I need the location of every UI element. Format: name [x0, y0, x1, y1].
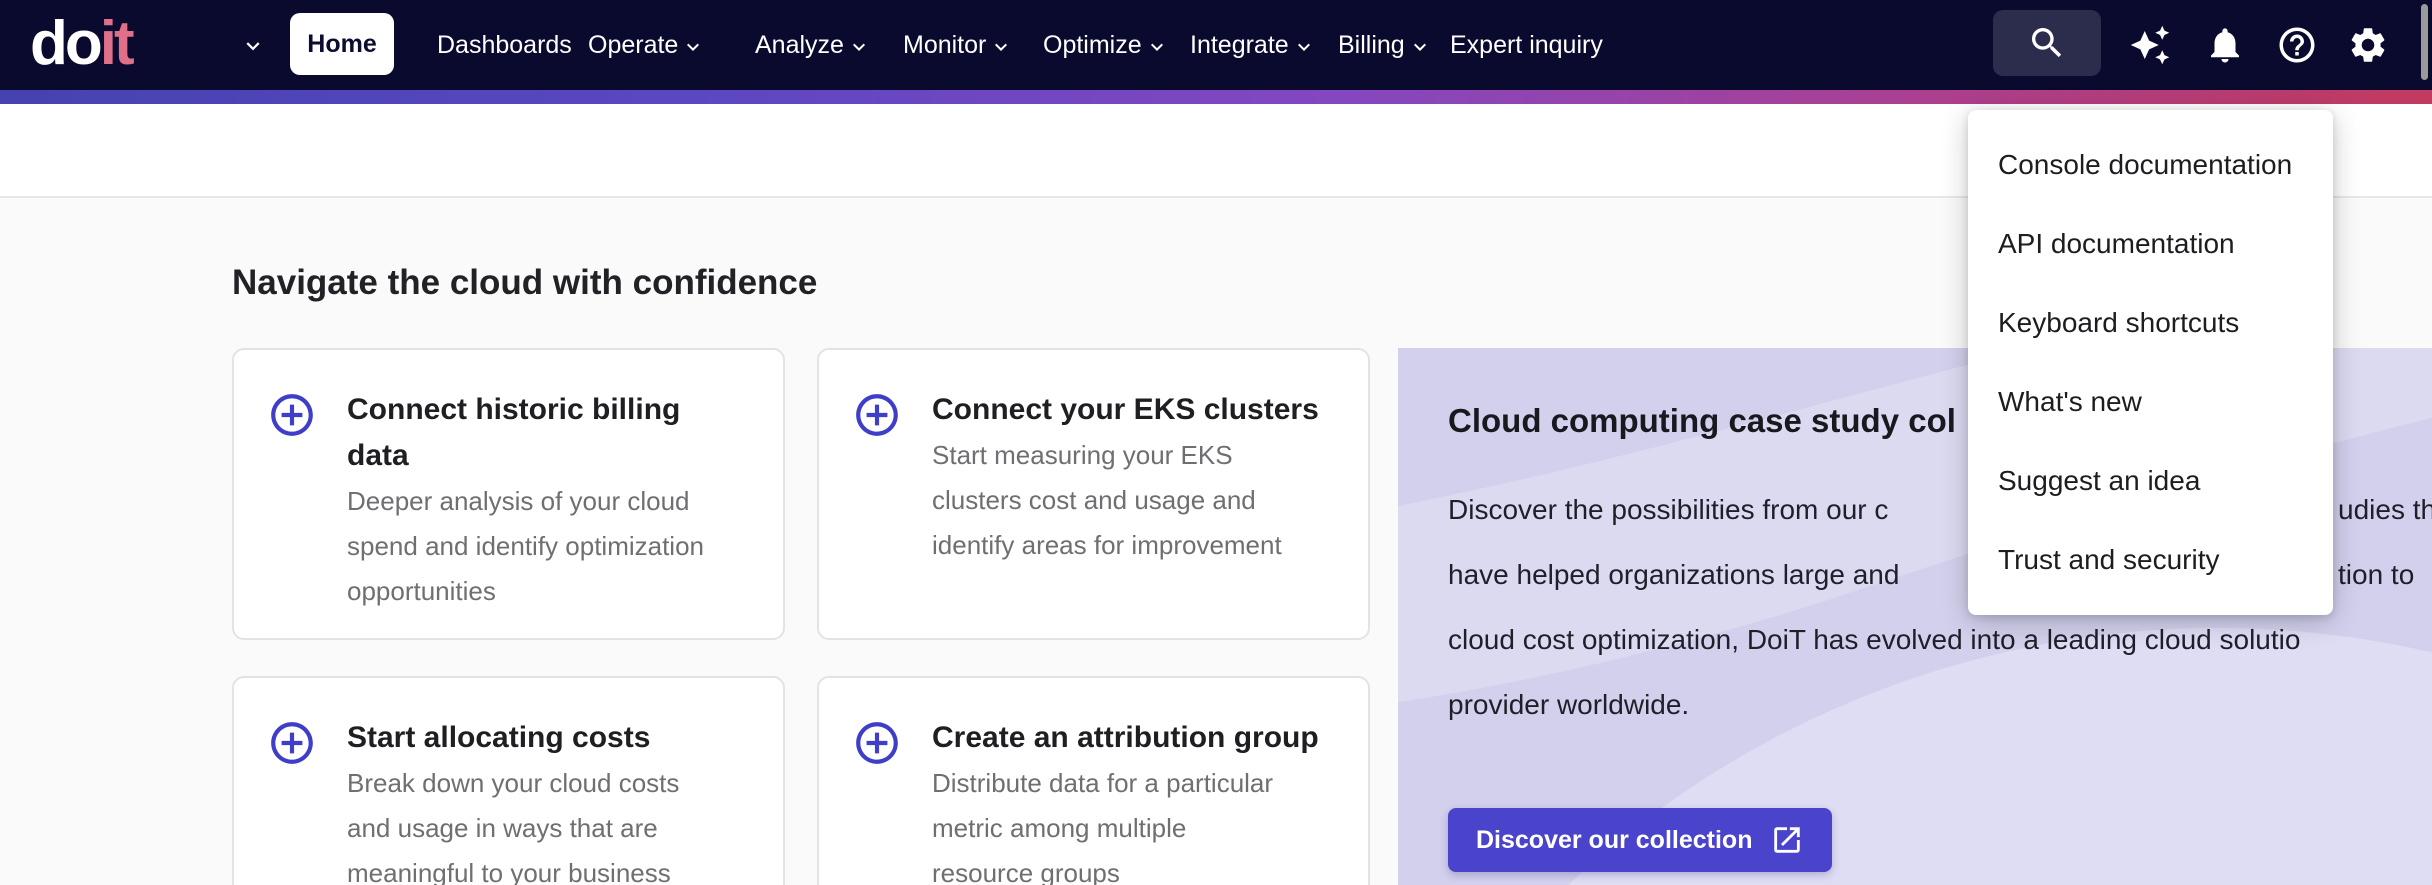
card-body-line: Distribute data for a particular [932, 768, 1274, 798]
discover-collection-label: Discover our collection [1476, 825, 1753, 854]
card-body-line: metric among multiple [932, 813, 1187, 843]
promo-line-left: have helped organizations large and [1448, 559, 1900, 590]
nav-item-operate[interactable]: Operate [588, 0, 705, 90]
chevron-down-icon [1297, 43, 1310, 51]
help-button[interactable] [2275, 23, 2319, 67]
nav-label: Monitor [903, 30, 987, 59]
menu-item-api-documentation[interactable]: API documentation [1968, 205, 2333, 284]
nav-item-dashboards[interactable]: Dashboards [437, 0, 572, 90]
card-body-line: and usage in ways that are [347, 813, 658, 843]
promo-line: provider worldwide. [1448, 672, 2432, 737]
doit-logo[interactable]: doit [30, 9, 135, 78]
add-circle-icon [267, 718, 317, 768]
top-navigation-bar: doit Home Dashboards Operate Analyze Mon… [0, 0, 2432, 90]
menu-item-keyboard-shortcuts[interactable]: Keyboard shortcuts [1968, 284, 2333, 363]
nav-label: Optimize [1043, 30, 1142, 59]
notifications-icon [2211, 28, 2239, 63]
card-connect-eks-clusters[interactable]: Connect your EKS clusters Start measurin… [817, 348, 1370, 640]
card-text: Create an attribution group Distribute d… [932, 715, 1319, 885]
nav-item-billing[interactable]: Billing [1338, 0, 1432, 90]
menu-item-suggest-an-idea[interactable]: Suggest an idea [1968, 442, 2333, 521]
card-text: Connect your EKS clusters Start measurin… [932, 387, 1319, 568]
nav-label: Expert inquiry [1450, 30, 1603, 59]
nav-label: Analyze [755, 30, 844, 59]
chevron-down-icon [852, 43, 865, 51]
card-body-line: opportunities [347, 576, 496, 606]
page-title: Navigate the cloud with confidence [232, 263, 818, 302]
card-title-line: Start allocating costs [347, 721, 651, 754]
chevron-down-icon [1150, 43, 1163, 51]
settings-button[interactable] [2346, 23, 2390, 67]
promo-line-left: Discover the possibilities from our c [1448, 494, 1889, 525]
promo-line-right: udies th [2338, 494, 2432, 525]
promo-heading: Cloud computing case study col [1448, 402, 1956, 439]
card-body-line: Start measuring your EKS [932, 440, 1233, 470]
promo-line-left: cloud cost optimization, DoiT has evolve… [1448, 624, 2301, 655]
home-label: Home [307, 29, 377, 58]
promo-line: cloud cost optimization, DoiT has evolve… [1448, 607, 2432, 672]
logo-it: it [99, 9, 135, 78]
card-body-line: resource groups [932, 858, 1120, 885]
nav-item-expert-inquiry[interactable]: Expert inquiry [1450, 0, 1603, 90]
card-title-line: Connect historic billing [347, 393, 681, 426]
card-body-line: spend and identify optimization [347, 531, 705, 561]
nav-item-optimize[interactable]: Optimize [1043, 0, 1169, 90]
menu-item-console-documentation[interactable]: Console documentation [1968, 126, 2333, 205]
nav-item-home[interactable]: Home [290, 13, 394, 75]
add-circle-icon [267, 390, 317, 440]
card-connect-historic-billing-data[interactable]: Connect historic billing data Deeper ana… [232, 348, 785, 640]
nav-item-integrate[interactable]: Integrate [1190, 0, 1316, 90]
promo-line-right: tion to [2338, 559, 2415, 590]
chevron-down-icon [687, 43, 700, 51]
sparkles-icon [2130, 25, 2170, 65]
nav-item-analyze[interactable]: Analyze [755, 0, 871, 90]
card-text: Connect historic billing data Deeper ana… [347, 387, 704, 614]
ai-assistant-button[interactable] [2128, 23, 2172, 67]
discover-collection-button[interactable]: Discover our collection [1448, 808, 1833, 872]
menu-item-trust-and-security[interactable]: Trust and security [1968, 521, 2333, 600]
card-text: Start allocating costs Break down your c… [347, 715, 679, 885]
nav-label: Dashboards [437, 30, 572, 59]
card-start-allocating-costs[interactable]: Start allocating costs Break down your c… [232, 676, 785, 885]
logo-do: do [30, 9, 103, 78]
nav-item-monitor[interactable]: Monitor [903, 0, 1013, 90]
chevron-down-icon [1413, 43, 1426, 51]
scrollbar-thumb[interactable] [2421, 4, 2428, 80]
nav-label: Operate [588, 30, 679, 59]
doit-console-page: doit Home Dashboards Operate Analyze Mon… [0, 0, 2432, 885]
settings-icon [2351, 28, 2385, 62]
card-body-line: clusters cost and usage and [932, 485, 1256, 515]
card-title-line: Connect your EKS clusters [932, 393, 1319, 426]
card-body-line: meaningful to your business [347, 858, 671, 885]
search-button[interactable] [1993, 10, 2101, 76]
notifications-button[interactable] [2203, 23, 2247, 67]
search-icon [2032, 28, 2062, 58]
card-body-line: Deeper analysis of your cloud [347, 486, 690, 516]
promo-line-left: provider worldwide. [1448, 689, 1690, 720]
menu-item-whats-new[interactable]: What's new [1968, 363, 2333, 442]
add-circle-icon [852, 718, 902, 768]
card-body-line: Break down your cloud costs [347, 768, 680, 798]
chevron-down-icon [995, 43, 1008, 51]
nav-label: Billing [1338, 30, 1405, 59]
add-circle-icon [852, 390, 902, 440]
card-create-attribution-group[interactable]: Create an attribution group Distribute d… [817, 676, 1370, 885]
org-switcher-chevron-icon[interactable] [240, 33, 266, 64]
open-in-new-icon [1774, 827, 1801, 853]
help-dropdown-menu: Console documentation API documentation … [1968, 110, 2333, 615]
card-title-line: Create an attribution group [932, 721, 1319, 754]
card-body-line: identify areas for improvement [932, 530, 1282, 560]
nav-label: Integrate [1190, 30, 1289, 59]
card-title-line: data [347, 439, 409, 472]
brand-gradient-bar [0, 90, 2432, 104]
help-icon [2279, 27, 2315, 63]
